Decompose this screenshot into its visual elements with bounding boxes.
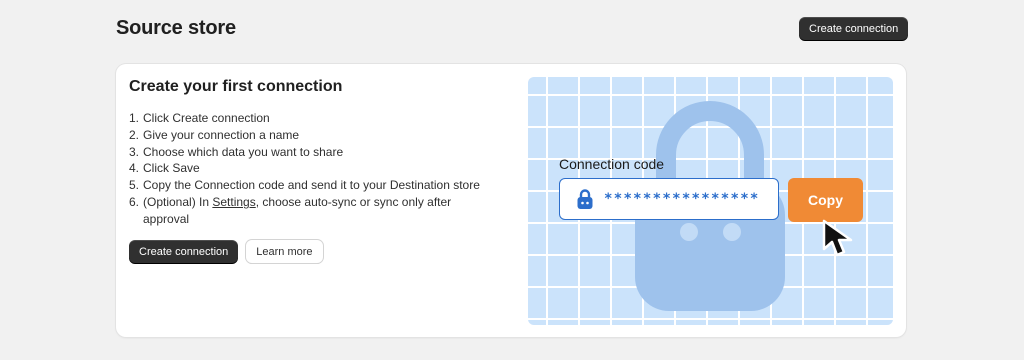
cursor-icon xyxy=(822,219,853,257)
step-number: 1. xyxy=(129,111,140,125)
step-text-before: (Optional) In xyxy=(143,194,213,209)
step-text: Click Save xyxy=(143,161,200,176)
step-number: 6. xyxy=(129,194,140,209)
step-item: 4. Click Save xyxy=(129,160,499,177)
step-text: (Optional) In Settings, choose auto-sync… xyxy=(143,194,499,228)
connection-code-illustration: Connection code **************** Copy xyxy=(528,77,893,325)
step-item: 1. Click Create connection xyxy=(129,110,499,127)
step-item: 3. Choose which data you want to share xyxy=(129,144,499,161)
connection-code-field: **************** xyxy=(559,178,779,220)
steps-list: 1. Click Create connection 2. Give your … xyxy=(129,110,499,228)
card-title: Create your first connection xyxy=(129,78,343,95)
create-connection-button[interactable]: Create connection xyxy=(129,240,239,263)
step-text: Copy the Connection code and send it to … xyxy=(143,178,480,193)
settings-link[interactable]: Settings xyxy=(212,195,255,209)
masked-connection-code: **************** xyxy=(604,191,760,207)
step-number: 5. xyxy=(129,178,140,193)
page-title: Source store xyxy=(116,17,236,39)
card-actions: Create connection Learn more xyxy=(129,240,323,263)
copy-button[interactable]: Copy xyxy=(788,178,863,222)
step-item: 5. Copy the Connection code and send it … xyxy=(129,177,499,194)
step-number: 4. xyxy=(129,161,140,176)
step-text: Click Create connection xyxy=(143,111,270,125)
lock-icon xyxy=(577,189,593,209)
step-item: 6. (Optional) In Settings, choose auto-s… xyxy=(129,194,499,228)
step-number: 3. xyxy=(129,144,140,159)
step-item: 2. Give your connection a name xyxy=(129,127,499,144)
step-text: Choose which data you want to share xyxy=(143,144,344,159)
step-text: Give your connection a name xyxy=(143,127,300,142)
step-number: 2. xyxy=(129,127,140,142)
connection-code-label: Connection code xyxy=(559,156,665,172)
learn-more-button[interactable]: Learn more xyxy=(246,240,323,263)
onboarding-card: Create your first connection 1. Click Cr… xyxy=(116,64,906,337)
header-create-connection-button[interactable]: Create connection xyxy=(799,17,909,40)
